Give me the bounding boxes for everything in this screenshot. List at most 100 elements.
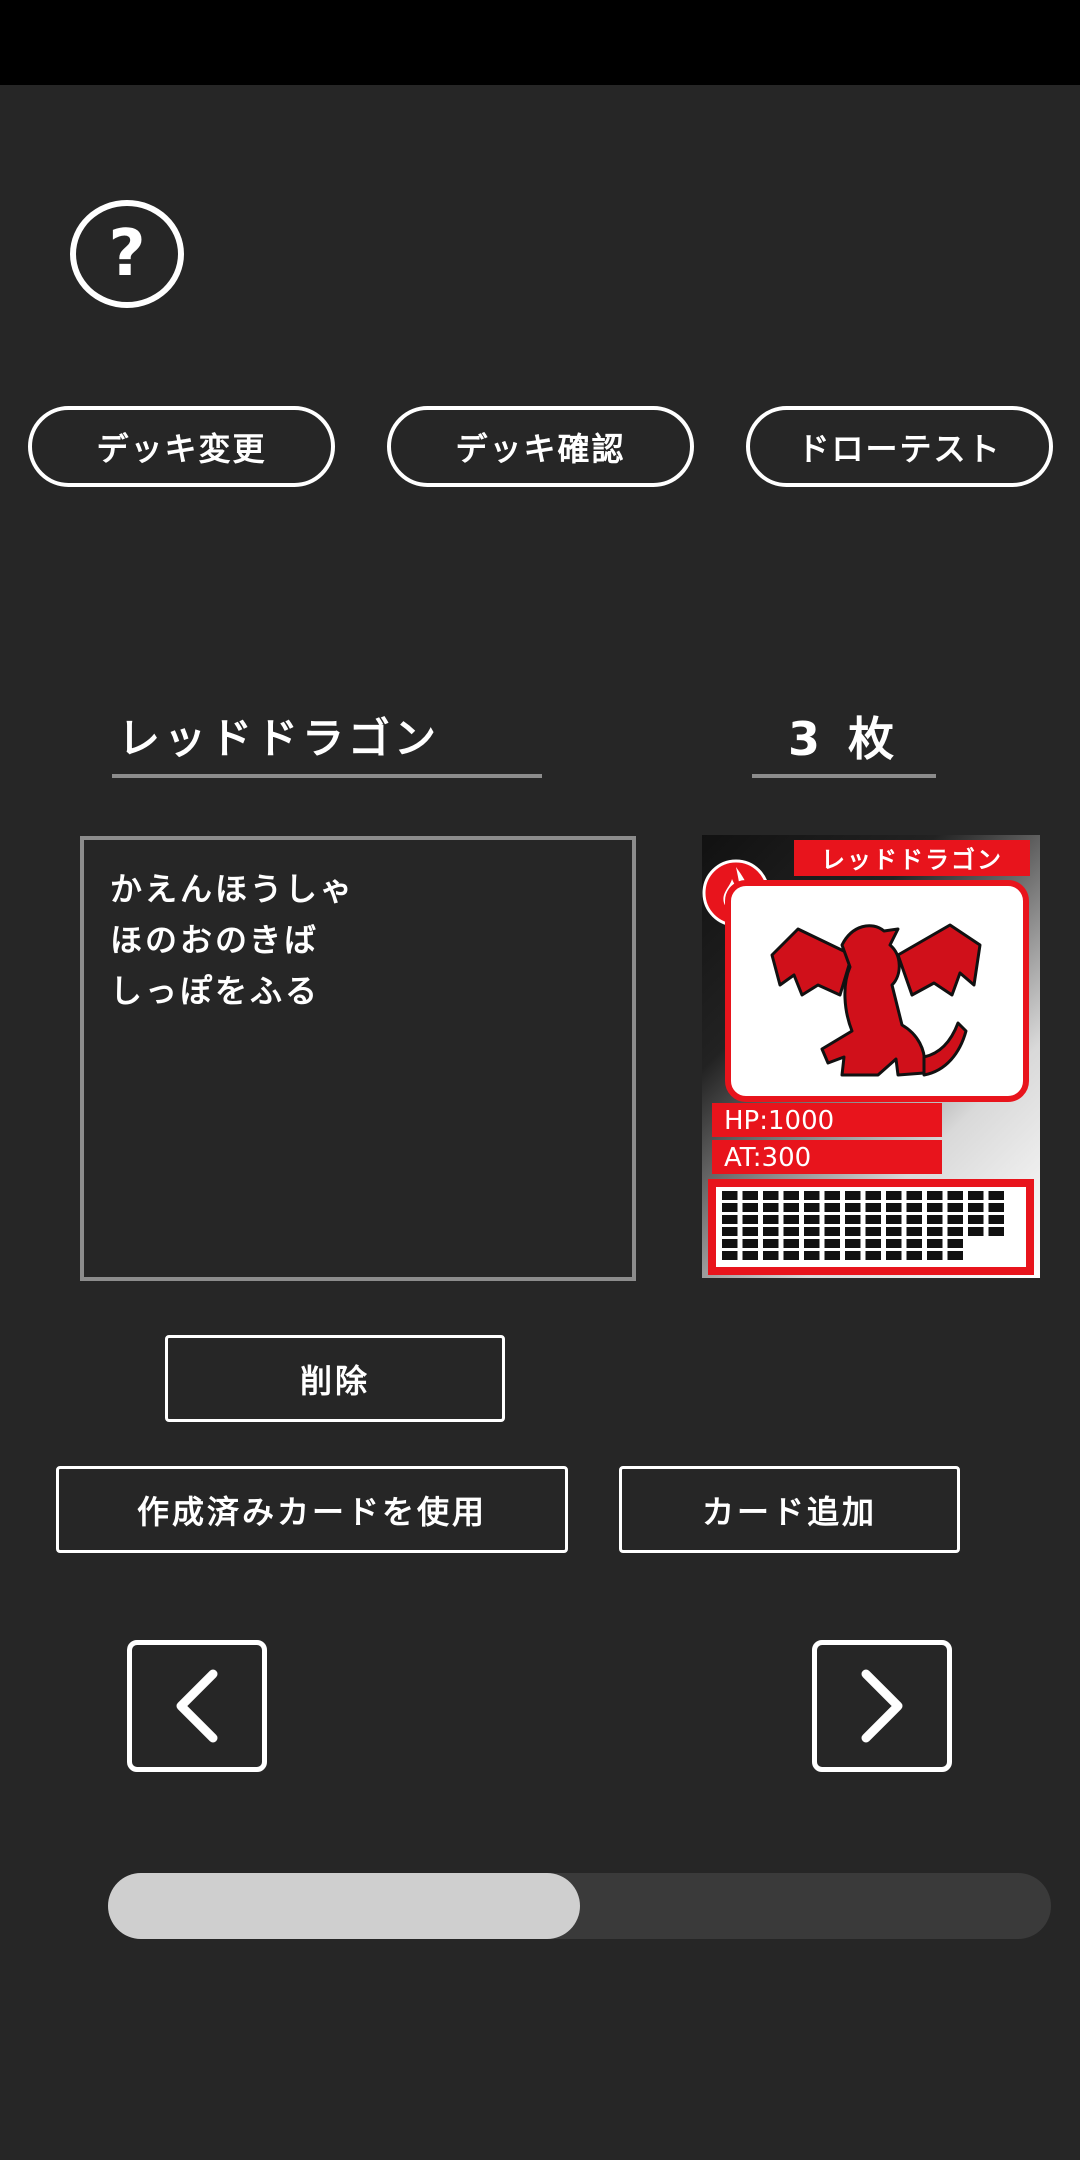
barcode-cell bbox=[763, 1251, 779, 1260]
barcode-cell bbox=[968, 1215, 984, 1224]
barcode-cell bbox=[927, 1227, 943, 1236]
barcode-cell bbox=[742, 1239, 758, 1248]
barcode-cell bbox=[947, 1191, 963, 1200]
card-preview-graphic: レッドドラゴン HP:1000 AT:300 bbox=[702, 840, 1034, 1275]
use-created-card-label: 作成済みカードを使用 bbox=[136, 1492, 487, 1531]
card-hp: HP:1000 bbox=[724, 1106, 834, 1136]
barcode-cell bbox=[763, 1203, 779, 1212]
barcode-cell bbox=[906, 1191, 922, 1200]
barcode-cell bbox=[988, 1191, 1004, 1200]
tab-draw-test[interactable]: ドローテスト bbox=[746, 406, 1053, 487]
barcode-cell bbox=[947, 1215, 963, 1224]
barcode-cell bbox=[824, 1239, 840, 1248]
barcode-cell bbox=[742, 1215, 758, 1224]
barcode-cell bbox=[722, 1203, 738, 1212]
chevron-left-icon bbox=[176, 1669, 218, 1743]
barcode-cell bbox=[845, 1239, 861, 1248]
barcode-cell bbox=[865, 1203, 881, 1212]
barcode-cell bbox=[742, 1251, 758, 1260]
card-count: 3 枚 bbox=[787, 712, 901, 766]
barcode-cell bbox=[845, 1227, 861, 1236]
help-question-icon[interactable]: ? bbox=[70, 200, 184, 308]
card-preview: レッドドラゴン HP:1000 AT:300 bbox=[702, 835, 1040, 1278]
tab-deck-confirm-label: デッキ確認 bbox=[455, 429, 626, 468]
barcode-cell bbox=[906, 1227, 922, 1236]
barcode-cell bbox=[865, 1239, 881, 1248]
delete-button-label: 削除 bbox=[299, 1361, 370, 1400]
barcode-cell bbox=[763, 1239, 779, 1248]
barcode-cell bbox=[906, 1215, 922, 1224]
barcode-cell bbox=[783, 1227, 799, 1236]
barcode-cell bbox=[845, 1251, 861, 1260]
barcode-cell bbox=[968, 1203, 984, 1212]
barcode-cell bbox=[804, 1191, 820, 1200]
barcode-cell bbox=[783, 1191, 799, 1200]
barcode-cell bbox=[742, 1227, 758, 1236]
barcode-cell bbox=[824, 1215, 840, 1224]
barcode-cell bbox=[804, 1251, 820, 1260]
moves-list: かえんほうしゃ ほのおのきば しっぽをふる bbox=[80, 836, 636, 1281]
barcode-cell bbox=[742, 1203, 758, 1212]
barcode-cell bbox=[783, 1203, 799, 1212]
barcode-cell bbox=[927, 1215, 943, 1224]
barcode-cell bbox=[722, 1191, 738, 1200]
barcode-cell bbox=[906, 1203, 922, 1212]
status-bar bbox=[0, 0, 1080, 85]
barcode-cell bbox=[763, 1215, 779, 1224]
barcode-cell bbox=[824, 1191, 840, 1200]
barcode-cell bbox=[988, 1215, 1004, 1224]
barcode-cell bbox=[927, 1203, 943, 1212]
next-button[interactable] bbox=[812, 1640, 952, 1772]
barcode-cell bbox=[763, 1227, 779, 1236]
card-name-underline bbox=[112, 774, 542, 778]
barcode-cell bbox=[824, 1203, 840, 1212]
barcode-cell bbox=[722, 1215, 738, 1224]
card-preview-name: レッドドラゴン bbox=[821, 846, 1003, 874]
barcode-cell bbox=[927, 1191, 943, 1200]
barcode-cell bbox=[886, 1227, 902, 1236]
move-item: ほのおのきば bbox=[110, 921, 320, 959]
barcode-cell bbox=[804, 1215, 820, 1224]
previous-button[interactable] bbox=[127, 1640, 267, 1772]
barcode-cell bbox=[845, 1191, 861, 1200]
add-card-button[interactable]: カード追加 bbox=[619, 1466, 960, 1553]
horizontal-scrollbar-thumb[interactable] bbox=[108, 1873, 580, 1939]
barcode-cell bbox=[927, 1251, 943, 1260]
tab-deck-confirm[interactable]: デッキ確認 bbox=[387, 406, 694, 487]
barcode-cell bbox=[742, 1191, 758, 1200]
barcode-cell bbox=[947, 1227, 963, 1236]
barcode-cell bbox=[906, 1251, 922, 1260]
barcode-cell bbox=[927, 1239, 943, 1248]
barcode-cell bbox=[886, 1215, 902, 1224]
barcode-cell bbox=[906, 1239, 922, 1248]
move-item: しっぽをふる bbox=[110, 972, 321, 1010]
barcode-cell bbox=[804, 1203, 820, 1212]
help-glyph: ? bbox=[108, 217, 146, 291]
card-at: AT:300 bbox=[724, 1143, 811, 1173]
barcode-cell bbox=[968, 1191, 984, 1200]
barcode-cell bbox=[845, 1203, 861, 1212]
barcode-cell bbox=[722, 1239, 738, 1248]
delete-button[interactable]: 削除 bbox=[165, 1335, 505, 1422]
barcode-cell bbox=[783, 1215, 799, 1224]
barcode-cell bbox=[947, 1251, 963, 1260]
use-created-card-button[interactable]: 作成済みカードを使用 bbox=[56, 1466, 568, 1553]
barcode-cell bbox=[886, 1239, 902, 1248]
move-item: かえんほうしゃ bbox=[110, 870, 356, 908]
barcode-cell bbox=[804, 1239, 820, 1248]
barcode-cell bbox=[947, 1203, 963, 1212]
barcode-cell bbox=[845, 1215, 861, 1224]
barcode-cell bbox=[824, 1227, 840, 1236]
barcode-cell bbox=[865, 1191, 881, 1200]
card-count-underline bbox=[752, 774, 936, 778]
card-name: レッドドラゴン bbox=[118, 714, 441, 763]
barcode-cell bbox=[988, 1203, 1004, 1212]
barcode-cell bbox=[865, 1215, 881, 1224]
barcode-cell bbox=[763, 1191, 779, 1200]
barcode-cell bbox=[865, 1251, 881, 1260]
chevron-right-icon bbox=[861, 1669, 903, 1743]
add-card-label: カード追加 bbox=[701, 1492, 877, 1531]
barcode-cell bbox=[804, 1227, 820, 1236]
barcode-cell bbox=[824, 1251, 840, 1260]
tab-deck-change[interactable]: デッキ変更 bbox=[28, 406, 335, 487]
